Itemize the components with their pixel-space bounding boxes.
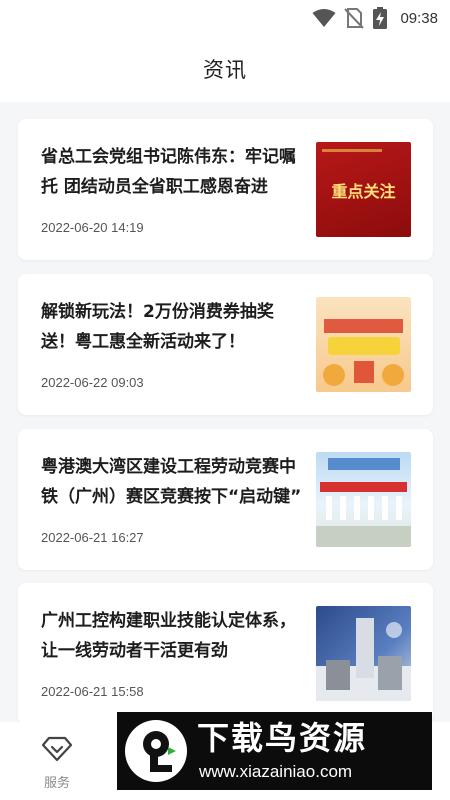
watermark-url: www.xiazainiao.com (199, 762, 353, 781)
news-date: 2022-06-21 15:58 (41, 684, 144, 699)
status-bar: 09:38 (0, 0, 450, 36)
watermark-title: 下载鸟资源 (197, 719, 368, 757)
diamond-heart-icon (41, 736, 73, 766)
news-thumbnail (316, 606, 411, 701)
news-card[interactable]: 解锁新玩法！2万份消费券抽奖送！粤工惠全新活动来了！ 2022-06-22 09… (18, 274, 433, 415)
news-title: 解锁新玩法！2万份消费券抽奖送！粤工惠全新活动来了！ (41, 302, 274, 352)
news-title: 粤港澳大湾区建设工程劳动竞赛中铁（广州）赛区竞赛按下“启动键” (41, 457, 302, 507)
nav-item-service[interactable]: 服务 (34, 736, 80, 792)
news-date: 2022-06-22 09:03 (41, 375, 144, 390)
news-thumbnail: 重点关注 (316, 142, 411, 237)
news-date: 2022-06-21 16:27 (41, 530, 144, 545)
news-title: 广州工控构建职业技能认定体系，让一线劳动者干活更有劲 (41, 611, 296, 661)
nav-label: 服务 (43, 776, 70, 791)
news-list: 省总工会党组书记陈伟东：牢记嘱托 团结动员全省职工感恩奋进 2022-06-20… (0, 102, 450, 724)
news-title: 省总工会党组书记陈伟东：牢记嘱托 团结动员全省职工感恩奋进 (41, 147, 296, 197)
wifi-icon (312, 8, 336, 28)
news-card[interactable]: 广州工控构建职业技能认定体系，让一线劳动者干活更有劲 2022-06-21 15… (18, 583, 433, 724)
thumb-text: 重点关注 (331, 182, 395, 201)
battery-charging-icon (372, 6, 388, 30)
app-header: 资讯 (0, 36, 450, 102)
news-card[interactable]: 粤港澳大湾区建设工程劳动竞赛中铁（广州）赛区竞赛按下“启动键” 2022-06-… (18, 429, 433, 570)
bird-logo-icon (125, 720, 187, 782)
watermark-banner: 下载鸟资源 www.xiazainiao.com (117, 712, 432, 790)
news-card[interactable]: 省总工会党组书记陈伟东：牢记嘱托 团结动员全省职工感恩奋进 2022-06-20… (18, 119, 433, 260)
news-thumbnail (316, 452, 411, 547)
status-time: 09:38 (400, 9, 438, 27)
news-thumbnail (316, 297, 411, 392)
news-date: 2022-06-20 14:19 (41, 220, 144, 235)
no-sim-icon (344, 7, 365, 29)
page-title: 资讯 (203, 58, 247, 82)
